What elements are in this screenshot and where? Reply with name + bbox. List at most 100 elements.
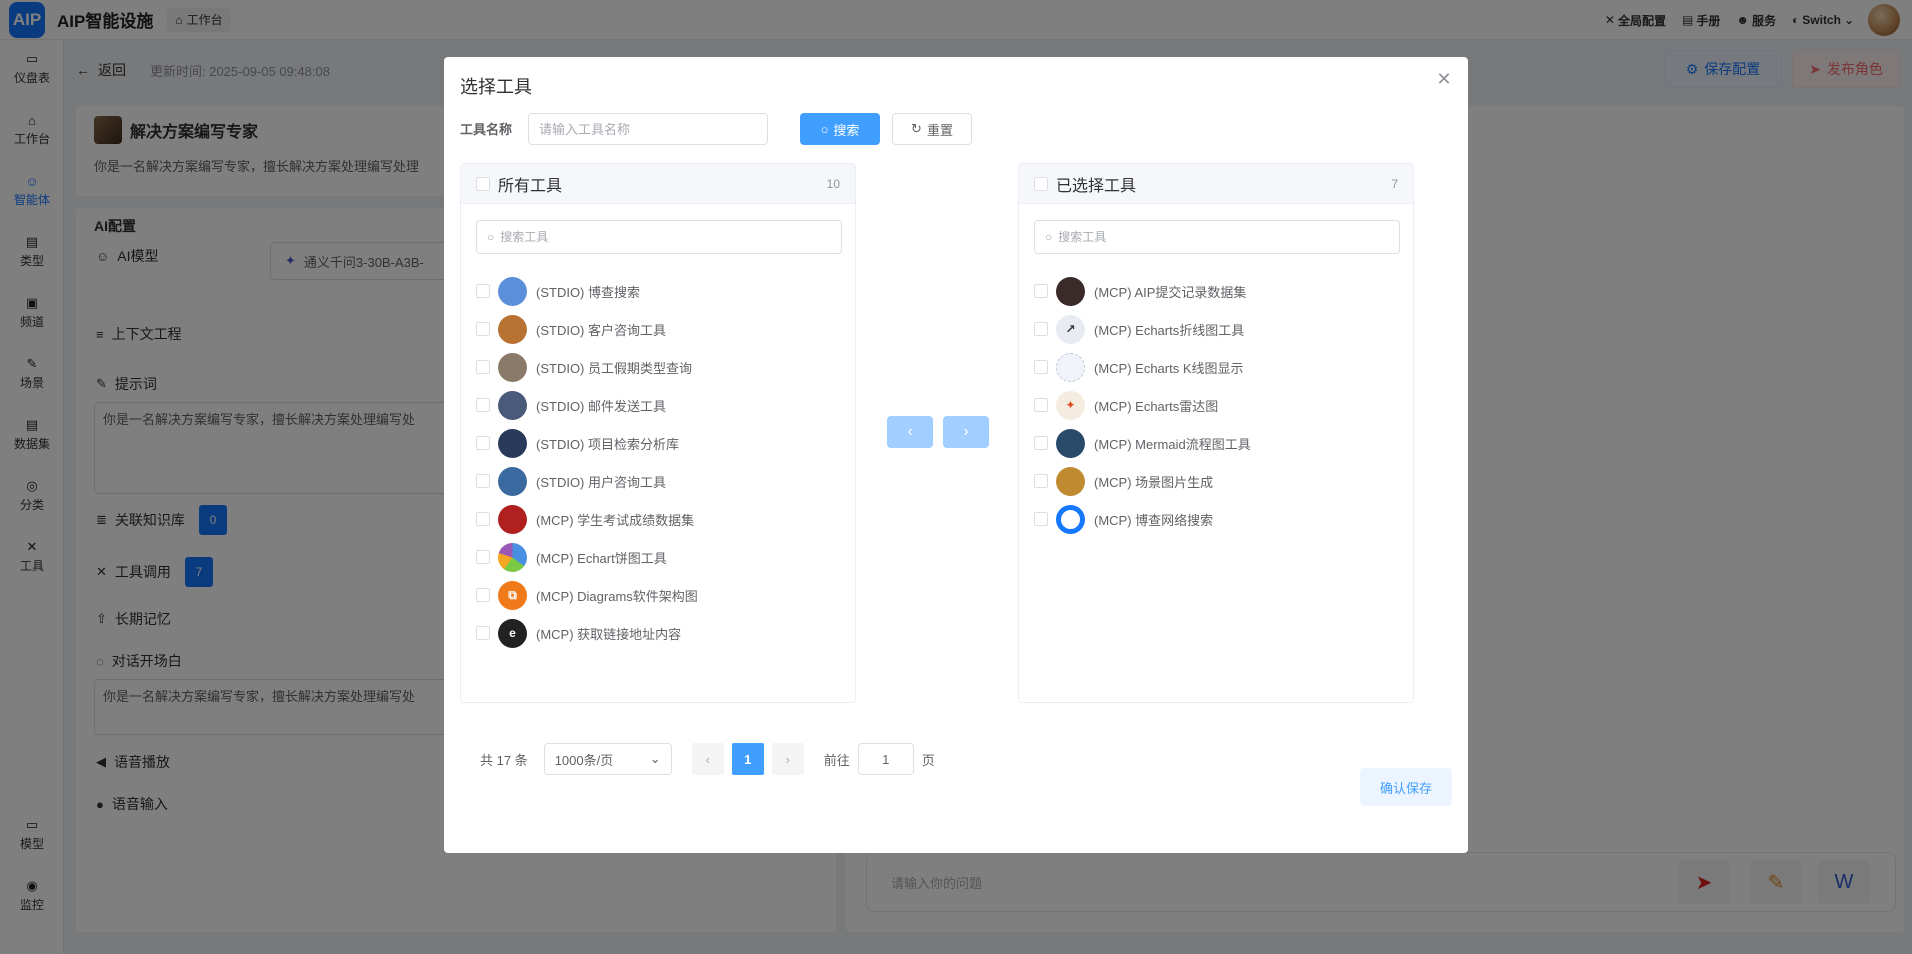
- next-page-button[interactable]: ›: [771, 743, 804, 775]
- chevron-left-icon: ‹: [705, 751, 710, 767]
- select-all-checkbox[interactable]: [1034, 176, 1048, 191]
- page-number-current[interactable]: 1: [731, 743, 764, 775]
- item-checkbox[interactable]: [476, 436, 490, 450]
- item-checkbox[interactable]: [476, 626, 490, 640]
- tool-avatar: [498, 276, 527, 306]
- tool-avatar: [1056, 466, 1085, 496]
- list-item[interactable]: (MCP) 博查网络搜索: [1034, 500, 1404, 538]
- item-checkbox[interactable]: [476, 284, 490, 298]
- tool-label: (MCP) Echarts K线图显示: [1094, 360, 1244, 376]
- pie-chart-icon: [498, 542, 527, 572]
- reset-button[interactable]: ↻ 重置: [892, 113, 972, 145]
- move-right-button[interactable]: ›: [943, 416, 989, 448]
- all-tools-search[interactable]: ○: [476, 220, 842, 254]
- tool-label: (MCP) Mermaid流程图工具: [1094, 436, 1251, 452]
- page-size-select[interactable]: 1000条/页 ⌄: [543, 743, 672, 775]
- prev-page-button[interactable]: ‹: [691, 743, 724, 775]
- item-checkbox[interactable]: [476, 512, 490, 526]
- item-checkbox[interactable]: [476, 474, 490, 488]
- chevron-right-icon: ›: [785, 751, 790, 767]
- item-checkbox[interactable]: [1034, 512, 1048, 526]
- item-checkbox[interactable]: [476, 588, 490, 602]
- list-item[interactable]: ⧉ (MCP) Diagrams软件架构图: [476, 576, 846, 614]
- item-checkbox[interactable]: [476, 550, 490, 564]
- confirm-save-button[interactable]: 确认保存: [1360, 768, 1452, 806]
- item-checkbox[interactable]: [1034, 474, 1048, 488]
- tool-label: (MCP) AIP提交记录数据集: [1094, 284, 1247, 300]
- goto-prefix: 前往: [823, 752, 850, 768]
- tool-name-input[interactable]: [528, 113, 768, 145]
- close-icon: ✕: [1436, 68, 1452, 89]
- goto-suffix: 页: [921, 752, 935, 768]
- item-checkbox[interactable]: [1034, 398, 1048, 412]
- selected-tools-search[interactable]: ○: [1034, 220, 1400, 254]
- tool-avatar: [498, 428, 527, 458]
- tool-avatar: [498, 314, 527, 344]
- tool-label: (STDIO) 博查搜索: [536, 284, 640, 300]
- tool-avatar: [1056, 276, 1085, 306]
- selected-tools-header: 已选择工具 7: [1019, 164, 1413, 204]
- search-icon: ○: [820, 121, 829, 137]
- list-item[interactable]: (MCP) 学生考试成绩数据集: [476, 500, 846, 538]
- list-item[interactable]: (MCP) Echarts K线图显示: [1034, 348, 1404, 386]
- tool-label: (STDIO) 项目检索分析库: [536, 436, 679, 452]
- all-tools-count: 10: [826, 176, 840, 191]
- select-all-checkbox[interactable]: [476, 176, 490, 191]
- list-item[interactable]: ↗ (MCP) Echarts折线图工具: [1034, 310, 1404, 348]
- bocha-icon: [1056, 504, 1085, 534]
- list-item[interactable]: e (MCP) 获取链接地址内容: [476, 614, 846, 652]
- tool-label: (MCP) 学生考试成绩数据集: [536, 512, 695, 528]
- select-tool-dialog: 选择工具 ✕ 工具名称 ○搜索 ↻重置 所有工具 10 ○ (STDIO) 博查…: [444, 57, 1468, 853]
- list-item[interactable]: (STDIO) 员工假期类型查询: [476, 348, 846, 386]
- item-checkbox[interactable]: [476, 360, 490, 374]
- search-button-label: 搜索: [833, 122, 860, 138]
- chevron-right-icon: ›: [963, 423, 969, 440]
- item-checkbox[interactable]: [1034, 360, 1048, 374]
- close-button[interactable]: ✕: [1434, 69, 1454, 89]
- item-checkbox[interactable]: [476, 322, 490, 336]
- pagination: 共 17 条 1000条/页 ⌄ ‹ 1 › 前往 页: [480, 743, 935, 775]
- list-item[interactable]: (STDIO) 客户咨询工具: [476, 310, 846, 348]
- dialog-title: 选择工具: [460, 77, 532, 97]
- tool-label: (MCP) 场景图片生成: [1094, 474, 1214, 490]
- selected-tools-panel: 已选择工具 7 ○ (MCP) AIP提交记录数据集 ↗ (MCP) Echart…: [1018, 163, 1414, 703]
- list-item[interactable]: (MCP) AIP提交记录数据集: [1034, 272, 1404, 310]
- item-checkbox[interactable]: [1034, 322, 1048, 336]
- selected-tools-list: (MCP) AIP提交记录数据集 ↗ (MCP) Echarts折线图工具 (MC…: [1034, 272, 1404, 538]
- item-checkbox[interactable]: [476, 398, 490, 412]
- search-button[interactable]: ○ 搜索: [800, 113, 880, 145]
- all-tools-list: (STDIO) 博查搜索 (STDIO) 客户咨询工具 (STDIO) 员工假期…: [476, 272, 846, 652]
- tool-avatar: [1056, 428, 1085, 458]
- list-item[interactable]: (STDIO) 邮件发送工具: [476, 386, 846, 424]
- selected-tools-search-input[interactable]: [1058, 230, 1379, 244]
- list-item[interactable]: ✦ (MCP) Echarts雷达图: [1034, 386, 1404, 424]
- list-item[interactable]: (MCP) Echart饼图工具: [476, 538, 846, 576]
- selected-tools-title: 已选择工具: [1056, 177, 1137, 195]
- tool-label: (MCP) Echarts折线图工具: [1094, 322, 1245, 338]
- chevron-down-icon: ⌄: [649, 751, 661, 766]
- search-icon: ○: [487, 230, 495, 244]
- refresh-icon: ↻: [911, 121, 922, 136]
- item-checkbox[interactable]: [1034, 284, 1048, 298]
- page-size-value: 1000条/页: [554, 752, 614, 768]
- list-item[interactable]: (MCP) Mermaid流程图工具: [1034, 424, 1404, 462]
- all-tools-search-input[interactable]: [500, 230, 821, 244]
- move-left-button[interactable]: ‹: [887, 416, 933, 448]
- selected-tools-count: 7: [1391, 176, 1398, 191]
- tool-label: (MCP) Echart饼图工具: [536, 550, 667, 566]
- list-item[interactable]: (STDIO) 博查搜索: [476, 272, 846, 310]
- list-item[interactable]: (STDIO) 项目检索分析库: [476, 424, 846, 462]
- candlestick-icon: [1056, 352, 1085, 382]
- reset-button-label: 重置: [926, 122, 953, 138]
- tool-avatar: [498, 504, 527, 534]
- pagination-total: 共 17 条: [480, 752, 528, 768]
- tool-avatar: [498, 390, 527, 420]
- item-checkbox[interactable]: [1034, 436, 1048, 450]
- list-item[interactable]: (MCP) 场景图片生成: [1034, 462, 1404, 500]
- tool-avatar: [498, 466, 527, 496]
- goto-page-input[interactable]: [857, 743, 914, 775]
- tool-label: (MCP) Diagrams软件架构图: [536, 588, 698, 604]
- tool-label: (STDIO) 客户咨询工具: [536, 322, 666, 338]
- diagram-icon: ⧉: [498, 580, 527, 610]
- list-item[interactable]: (STDIO) 用户咨询工具: [476, 462, 846, 500]
